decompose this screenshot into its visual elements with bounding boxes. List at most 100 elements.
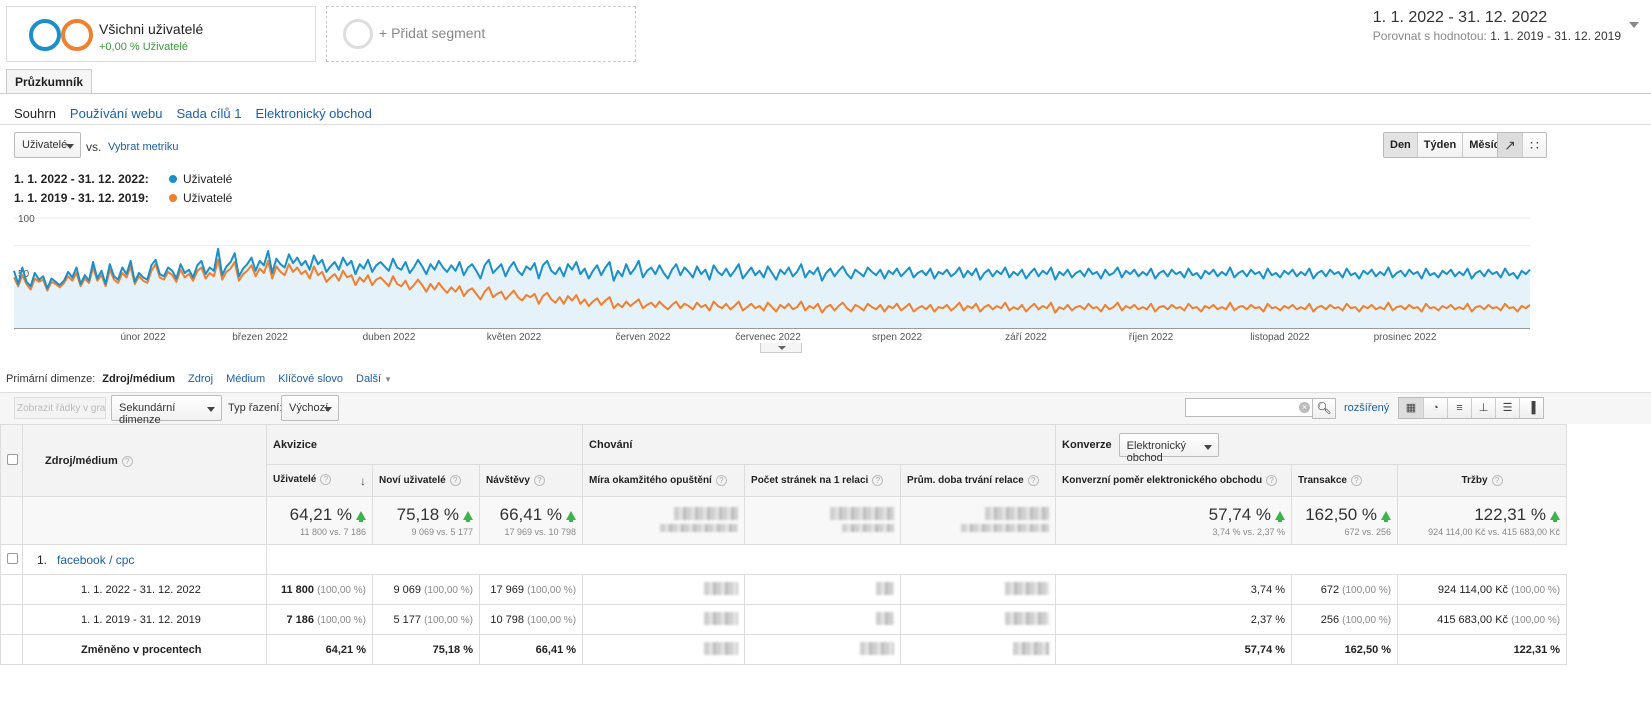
data-table-icon[interactable]: ▦	[1399, 398, 1423, 418]
group-behavior: Chování	[582, 424, 1057, 465]
table-row: 1. facebook / cpc	[0, 544, 1567, 575]
add-segment-circle-icon	[343, 19, 373, 49]
dimension-more[interactable]: Další ▼	[356, 373, 392, 385]
help-icon: ?	[320, 473, 332, 485]
total-new-users: 75,18 % 9 069 vs. 5 177	[372, 496, 480, 545]
help-icon: ?	[1027, 475, 1039, 486]
up-arrow-icon	[1275, 510, 1286, 522]
row-label-2019: 1. 1. 2019 - 31. 12. 2019	[22, 604, 267, 635]
sort-type-label: Typ řazení:	[228, 402, 283, 414]
row-label-2022: 1. 1. 2022 - 31. 12. 2022	[22, 574, 267, 605]
vs-label: vs.	[86, 140, 102, 154]
x-tick-label: září 2022	[1005, 332, 1047, 343]
legend-name: Uživatelé	[183, 191, 233, 205]
subtab-ecommerce[interactable]: Elektronický obchod	[255, 106, 371, 121]
segment-title: Všichni uživatelé	[99, 21, 204, 37]
x-tick-label: říjen 2022	[1129, 332, 1174, 343]
x-tick-label: prosinec 2022	[1374, 332, 1437, 343]
x-tick-label: listopad 2022	[1250, 332, 1310, 343]
row-checkbox[interactable]	[0, 544, 23, 575]
tab-explorer[interactable]: Průzkumník	[6, 69, 93, 94]
select-all-checkbox[interactable]	[0, 424, 23, 497]
col-bounce-rate[interactable]: Míra okamžitého opuštění?	[582, 464, 746, 497]
dimension-current: Zdroj/médium	[102, 373, 175, 385]
total-pages-redacted	[744, 496, 902, 545]
col-new-users[interactable]: Noví uživatelé?	[372, 464, 480, 497]
subtab-divider	[0, 124, 1651, 125]
help-icon: ?	[533, 475, 545, 486]
pivot-icon[interactable]: ▐	[1519, 398, 1543, 418]
chart-type-switch: ↗ ∷	[1497, 132, 1547, 158]
plot-rows-button[interactable]: Zobrazit řádky v grafu	[14, 397, 106, 419]
subtabs: Souhrn Používání webu Sada cílů 1 Elektr…	[14, 106, 372, 121]
users-line-chart[interactable]: 10050únor 2022březen 2022duben 2022květe…	[0, 206, 1560, 346]
subtab-summary[interactable]: Souhrn	[14, 106, 56, 121]
motion-chart-icon[interactable]: ∷	[1522, 133, 1546, 157]
col-sessions[interactable]: Návštěvy?	[478, 464, 584, 497]
total-bounce-rate-redacted	[582, 496, 746, 545]
col-revenue[interactable]: Tržby?	[1397, 464, 1568, 497]
pie-chart-icon[interactable]: ◔	[1423, 398, 1447, 418]
subtab-goal-set-1[interactable]: Sada cílů 1	[176, 106, 241, 121]
line-chart-icon[interactable]: ↗	[1498, 133, 1522, 157]
date-range-picker[interactable]: 1. 1. 2022 - 31. 12. 2022 Porovnat s hod…	[1373, 9, 1621, 43]
add-segment-button[interactable]: + Přidat segment	[326, 6, 636, 62]
segment-subtitle: +0,00 % Uživatelé	[99, 41, 188, 53]
sort-type-select[interactable]: Výchozí	[281, 395, 339, 421]
metric-select[interactable]: Uživatelé	[14, 132, 81, 158]
select-metric-link[interactable]: Vybrat metriku	[108, 141, 179, 153]
conversion-type-select[interactable]: Elektronický obchod	[1118, 432, 1219, 464]
primary-dimension-label: Primární dimenze:	[6, 373, 96, 385]
table-search-input[interactable]: ×	[1185, 398, 1315, 417]
date-range-compare: Porovnat s hodnotou: 1. 1. 2019 - 31. 12…	[1372, 29, 1621, 43]
row-source-medium-link[interactable]: facebook / cpc	[57, 553, 134, 567]
col-users[interactable]: Uživatelé? ↓	[266, 464, 373, 497]
y-tick-label: 100	[18, 214, 35, 225]
col-pages-per-session[interactable]: Počet stránek na 1 relaci?	[744, 464, 902, 497]
legend-dot-icon	[169, 194, 177, 202]
term-cloud-icon[interactable]: ☰	[1495, 398, 1519, 418]
col-transactions[interactable]: Transakce?	[1291, 464, 1399, 497]
col-ecommerce-conversion-rate[interactable]: Konverzní poměr elektronického obchodu?	[1055, 464, 1293, 497]
table-row-2019: 1. 1. 2019 - 31. 12. 2019 7 186 (100,00 …	[0, 604, 1568, 635]
dimension-medium[interactable]: Médium	[226, 373, 265, 385]
data-table: Zdroj/médium? Akvizice Chování Konverze …	[0, 424, 1568, 665]
col-avg-session-duration[interactable]: Prům. doba trvání relace?	[900, 464, 1057, 497]
total-sessions: 66,41 % 17 969 vs. 10 798	[478, 496, 584, 545]
granularity-day[interactable]: Den	[1384, 133, 1417, 157]
performance-icon[interactable]: ≡	[1447, 398, 1471, 418]
date-range-caret-icon[interactable]	[1629, 22, 1639, 28]
total-users: 64,21 % 11 800 vs. 7 186	[266, 496, 373, 545]
granularity-week[interactable]: Týden	[1416, 133, 1463, 157]
chart-collapse-button[interactable]	[760, 343, 802, 353]
dimension-source[interactable]: Zdroj	[188, 373, 213, 385]
secondary-dimension-select[interactable]: Sekundární dimenze	[111, 395, 222, 426]
advanced-filter-link[interactable]: rozšířený	[1344, 402, 1389, 414]
sort-desc-icon: ↓	[360, 473, 366, 488]
help-icon: ?	[1350, 475, 1362, 486]
granularity-switch: Den Týden Měsíc	[1383, 132, 1507, 158]
pages-redacted	[744, 604, 902, 635]
dim-header[interactable]: Zdroj/médium?	[22, 424, 267, 497]
help-icon: ?	[1491, 475, 1503, 486]
help-icon: ?	[1266, 475, 1278, 486]
subtab-site-usage[interactable]: Používání webu	[70, 106, 163, 121]
search-icon[interactable]: 🔍︎	[1312, 398, 1336, 419]
help-icon: ?	[121, 455, 133, 467]
x-tick-label: duben 2022	[363, 332, 416, 343]
up-arrow-icon	[463, 510, 473, 522]
bounce-rate-redacted	[582, 634, 746, 665]
clear-search-icon[interactable]: ×	[1299, 402, 1310, 413]
group-acquisition: Akvizice	[265, 424, 584, 465]
row-index: 1.	[37, 552, 48, 567]
total-duration-redacted	[900, 496, 1057, 545]
legend-range: 1. 1. 2022 - 31. 12. 2022:	[14, 172, 149, 186]
legend-name: Uživatelé	[183, 172, 233, 186]
help-icon: ?	[715, 475, 727, 486]
help-icon: ?	[872, 475, 884, 486]
pages-redacted	[744, 634, 902, 665]
segment-all-users[interactable]: Všichni uživatelé +0,00 % Uživatelé	[6, 6, 316, 62]
legend-dot-icon	[169, 175, 177, 183]
dimension-keyword[interactable]: Klíčové slovo	[278, 373, 343, 385]
comparison-icon[interactable]: ⊥	[1471, 398, 1495, 418]
